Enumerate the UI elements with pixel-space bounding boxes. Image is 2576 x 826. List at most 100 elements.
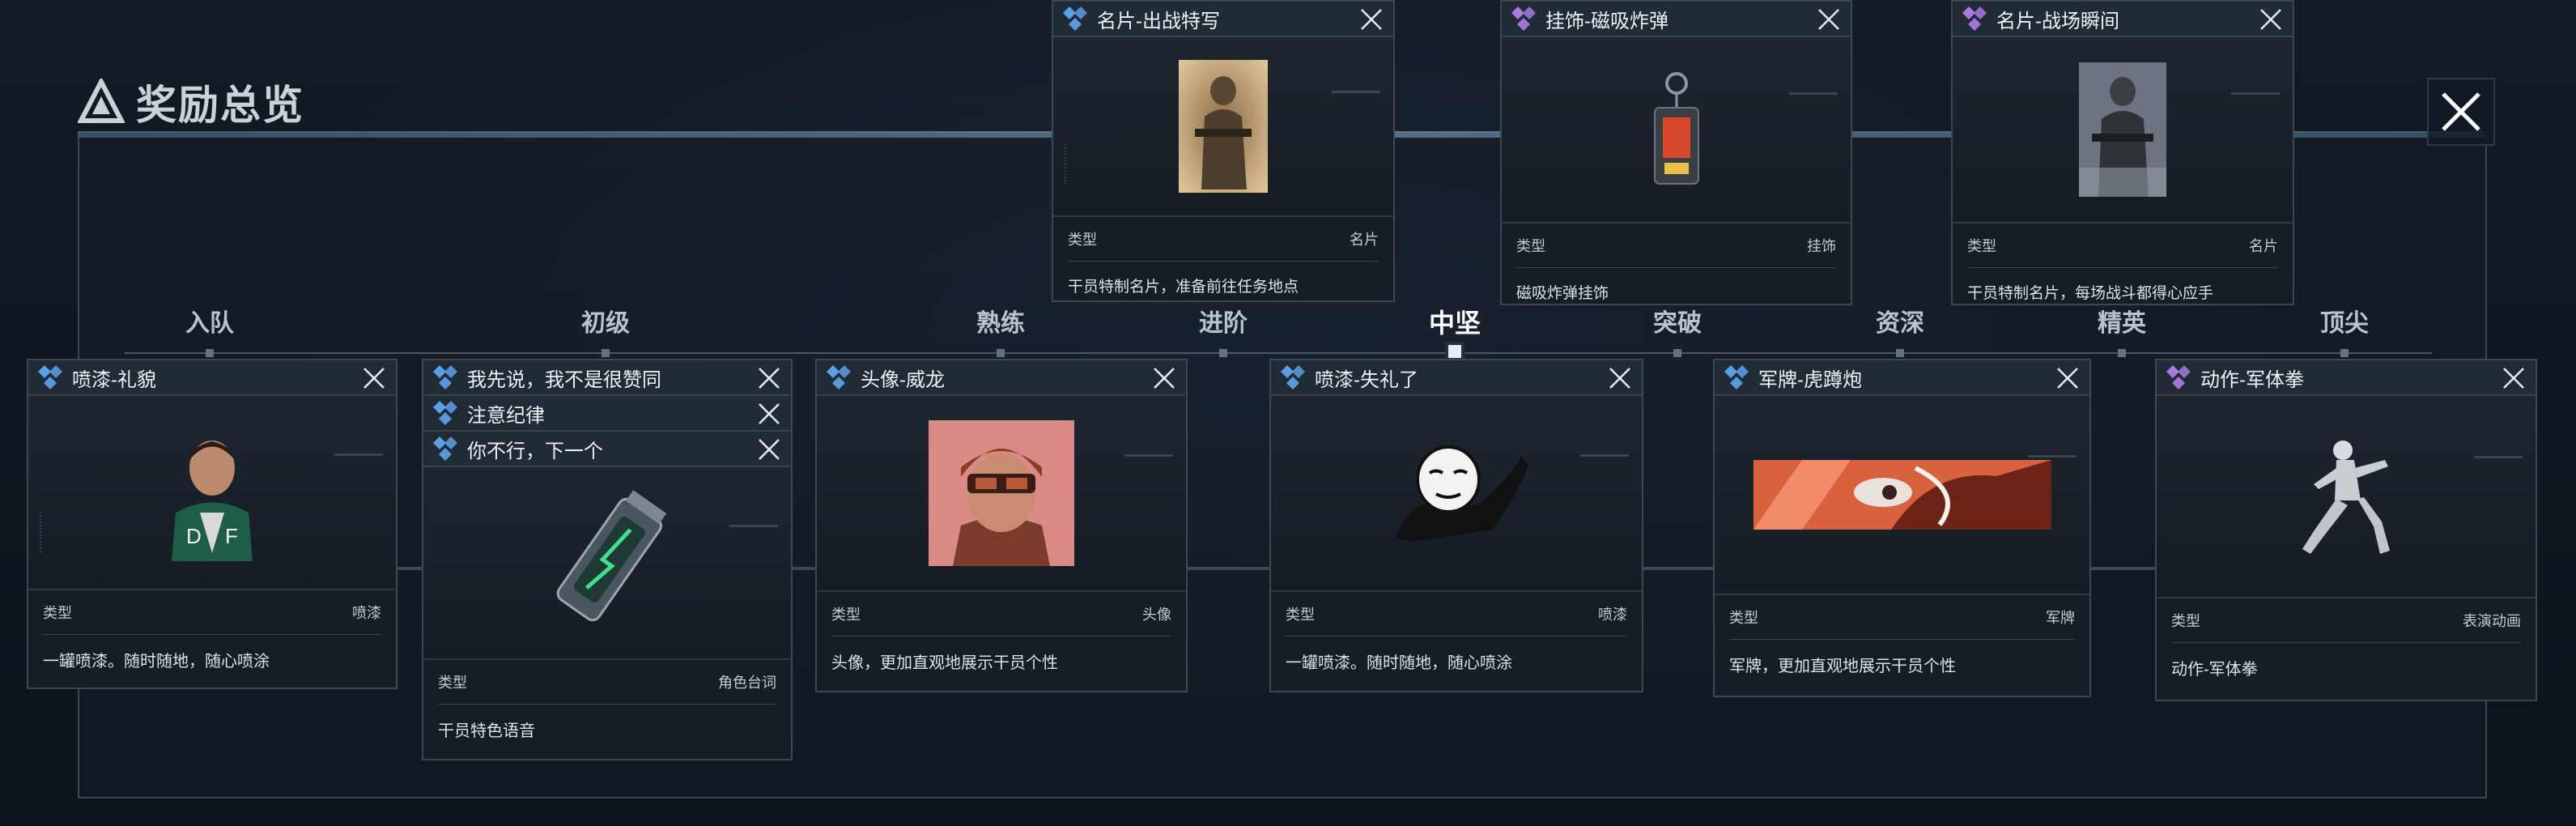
reward-card[interactable]: 名片-战场瞬间 类型 名片 干员特制名片，每场战斗都得心应手	[1951, 0, 2294, 305]
character-spray-image: D F	[172, 441, 253, 561]
type-value: 喷漆	[352, 605, 381, 621]
reward-card[interactable]: 喷漆-礼貌 D F 类型 喷漆 一罐喷漆。随时随地，随心喷涂	[27, 359, 397, 689]
type-row: 类型 喷漆	[43, 590, 381, 635]
svg-text:F: F	[225, 524, 238, 548]
deco-mark	[2474, 456, 2523, 459]
close-icon[interactable]	[757, 366, 781, 390]
card-description: 干员特制名片，每场战斗都得心应手	[1967, 285, 2214, 302]
card-info: 类型 角色台词 干员特色语音	[423, 660, 791, 741]
card-title: 我先说，我不是很赞同	[467, 368, 661, 391]
emote-figure-image	[2302, 441, 2390, 554]
type-value: 军牌	[2046, 610, 2075, 626]
card-description: 干员特色语音	[438, 722, 535, 740]
type-row: 类型 名片	[1068, 217, 1379, 262]
close-icon[interactable]	[1152, 366, 1176, 390]
card-description: 一罐喷漆。随时随地，随心喷涂	[1286, 654, 1512, 672]
reward-card[interactable]: 挂饰-磁吸炸弹 类型 挂饰 磁吸炸弹挂饰	[1500, 0, 1852, 305]
close-icon[interactable]	[757, 437, 781, 462]
stage-label[interactable]: 精英	[2098, 303, 2146, 338]
type-value: 名片	[1350, 232, 1379, 248]
close-icon[interactable]	[2502, 366, 2526, 390]
card-image-area	[1715, 396, 2089, 595]
card-image-area	[2157, 396, 2536, 598]
card-description: 动作-军体拳	[2171, 661, 2258, 679]
stage-label[interactable]: 中坚	[1429, 303, 1481, 340]
card-title: 名片-战场瞬间	[1996, 10, 2119, 32]
rarity-diamond-icon	[433, 365, 457, 390]
deco-mark	[1124, 454, 1173, 457]
deco-mark	[334, 453, 383, 457]
stage-label[interactable]: 初级	[581, 303, 630, 338]
stage-label[interactable]: 熟练	[976, 303, 1025, 338]
close-button[interactable]	[2427, 78, 2495, 146]
stage-marker	[206, 349, 214, 357]
card-header: 军牌-虎蹲炮	[1715, 360, 2089, 396]
avatar-portrait-image	[929, 420, 1074, 566]
close-icon[interactable]	[2259, 7, 2283, 32]
close-icon[interactable]	[2055, 366, 2080, 390]
type-value: 头像	[1142, 607, 1171, 623]
close-icon[interactable]	[362, 366, 386, 390]
type-label: 类型	[1286, 607, 1315, 623]
card-description: 一罐喷漆。随时随地，随心喷涂	[43, 653, 270, 671]
page-title: 奖励总览	[136, 83, 304, 128]
card-info: 类型 挂饰 磁吸炸弹挂饰	[1502, 224, 1851, 303]
reward-card[interactable]: 名片-出战特写 类型 名片 干员特制名片，准备前往任务地点	[1052, 0, 1395, 302]
type-row: 类型 挂饰	[1516, 224, 1836, 268]
deco-mark	[1332, 91, 1380, 93]
card-header-stacked[interactable]: 我先说，我不是很赞同	[423, 360, 791, 396]
progress-timeline	[125, 352, 2432, 354]
rarity-diamond-icon	[827, 365, 851, 390]
close-icon[interactable]	[1817, 7, 1841, 32]
reward-card[interactable]: 军牌-虎蹲炮 类型 军牌 军牌，更加直观地展示干员个性	[1713, 359, 2091, 697]
deco-mark	[40, 511, 74, 552]
rarity-diamond-icon	[2166, 365, 2191, 390]
card-title: 挂饰-磁吸炸弹	[1545, 10, 1668, 32]
type-row: 类型 名片	[1967, 224, 2278, 268]
card-image-area	[817, 396, 1186, 592]
card-header: 喷漆-礼貌	[28, 360, 396, 396]
stage-label[interactable]: 入队	[185, 303, 234, 338]
card-info: 类型 喷漆 一罐喷漆。随时随地，随心喷涂	[1271, 592, 1642, 673]
stage-label[interactable]: 突破	[1653, 303, 1702, 338]
card-header: 你不行，下一个	[423, 432, 791, 467]
type-label: 类型	[1068, 232, 1097, 248]
rarity-diamond-icon	[1063, 6, 1087, 31]
type-value: 角色台词	[718, 675, 776, 691]
reward-card[interactable]: 动作-军体拳 类型 表演动画 动作-军体拳	[2155, 359, 2537, 701]
close-icon[interactable]	[1359, 7, 1384, 32]
reward-card[interactable]: 头像-威龙 类型 头像 头像，更加直观地展示干员个性	[815, 359, 1188, 692]
deco-mark	[1065, 144, 1099, 185]
card-title: 注意纪律	[467, 404, 545, 427]
card-description: 干员特制名片，准备前往任务地点	[1068, 279, 1299, 296]
stage-label[interactable]: 资深	[1876, 303, 1924, 338]
type-label: 类型	[438, 675, 467, 691]
card-header: 名片-出战特写	[1053, 2, 1393, 37]
card-info: 类型 名片 干员特制名片，每场战斗都得心应手	[1953, 224, 2293, 303]
card-header: 动作-军体拳	[2157, 360, 2536, 396]
close-icon[interactable]	[1608, 366, 1632, 390]
type-value: 喷漆	[1598, 607, 1627, 623]
stage-marker	[1896, 349, 1904, 357]
stage-label[interactable]: 进阶	[1199, 303, 1248, 338]
card-image-area: D F	[28, 396, 396, 590]
card-title: 名片-出战特写	[1097, 10, 1220, 32]
stage-marker	[2118, 349, 2126, 357]
card-header: 头像-威龙	[817, 360, 1186, 396]
type-label: 类型	[1967, 238, 1996, 254]
card-title: 军牌-虎蹲炮	[1758, 368, 1862, 391]
close-icon[interactable]	[757, 402, 781, 426]
card-header-stacked[interactable]: 注意纪律	[423, 396, 791, 432]
deco-mark	[1580, 454, 1629, 457]
card-header: 喷漆-失礼了	[1271, 360, 1642, 396]
deco-mark	[2028, 455, 2077, 458]
reward-card[interactable]: 喷漆-失礼了 类型 喷漆 一罐喷漆。随时随地，随心喷涂	[1269, 359, 1643, 692]
card-image-area	[1502, 37, 1851, 224]
type-value: 名片	[2249, 238, 2278, 254]
rarity-diamond-icon	[433, 436, 457, 461]
stage-label[interactable]: 顶尖	[2320, 303, 2369, 338]
card-header: 名片-战场瞬间	[1953, 2, 2293, 37]
reward-card-stack[interactable]: 我先说，我不是很赞同 注意纪律 你不行，下一个 类型 角色台词 干员特色语音	[422, 359, 793, 760]
type-label: 类型	[831, 607, 861, 623]
close-icon	[2442, 92, 2480, 131]
